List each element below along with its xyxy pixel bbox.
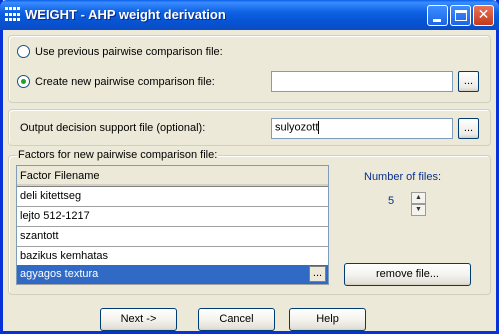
window-title: WEIGHT - AHP weight derivation [25, 7, 226, 22]
maximize-icon [455, 10, 467, 21]
table-cell: lejto 512-1217 [20, 210, 90, 222]
text-caret [318, 121, 320, 134]
radio-selected-dot [21, 79, 26, 84]
next-button[interactable]: Next -> [100, 308, 177, 331]
number-of-files-value: 5 [388, 195, 395, 207]
output-file-value: sulyozott [275, 121, 319, 134]
table-cell: bazikus kemhatas [20, 250, 109, 262]
close-button[interactable]: ✕ [473, 5, 494, 26]
table-cell: deli kitettseg [20, 190, 82, 202]
maximize-button[interactable] [450, 5, 471, 26]
row-browse-button[interactable]: ... [309, 266, 326, 282]
table-row[interactable]: szantott [17, 227, 328, 247]
table-row[interactable]: deli kitettseg [17, 187, 328, 207]
table-cell: agyagos textura [20, 268, 99, 280]
arrow-down-icon: ▼ [415, 206, 422, 213]
spin-up-button[interactable]: ▲ [411, 192, 426, 204]
create-new-radio[interactable] [17, 75, 30, 88]
new-file-input[interactable] [271, 71, 453, 92]
output-label: Output decision support file (optional): [20, 122, 206, 134]
number-of-files-spinner: ▲ ▼ [411, 192, 426, 216]
minimize-icon [433, 19, 441, 22]
table-cell: szantott [20, 230, 59, 242]
output-file-input[interactable]: sulyozott [271, 118, 453, 139]
number-of-files-label: Number of files: [364, 171, 442, 183]
create-new-label: Create new pairwise comparison file: [35, 76, 215, 88]
arrow-up-icon: ▲ [415, 194, 422, 201]
table-row[interactable]: lejto 512-1217 [17, 207, 328, 227]
help-button[interactable]: Help [289, 308, 366, 331]
factors-group-label: Factors for new pairwise comparison file… [17, 149, 219, 161]
minimize-button[interactable] [427, 5, 448, 26]
use-previous-label: Use previous pairwise comparison file: [35, 46, 223, 58]
factor-table: Factor Filename deli kitettseg lejto 512… [16, 165, 329, 285]
new-file-browse-button[interactable]: ... [458, 71, 479, 92]
title-bar[interactable]: WEIGHT - AHP weight derivation ✕ [0, 0, 499, 30]
close-icon: ✕ [477, 7, 490, 23]
factor-filename-header[interactable]: Factor Filename [17, 166, 328, 187]
spin-down-button[interactable]: ▼ [411, 204, 426, 216]
table-row-selected[interactable]: agyagos textura ... [17, 265, 328, 285]
remove-file-button[interactable]: remove file... [344, 263, 471, 286]
cancel-button[interactable]: Cancel [198, 308, 275, 331]
table-row[interactable]: bazikus kemhatas [17, 247, 328, 267]
app-grid-icon [5, 7, 21, 23]
use-previous-radio[interactable] [17, 45, 30, 58]
output-file-browse-button[interactable]: ... [458, 118, 479, 139]
